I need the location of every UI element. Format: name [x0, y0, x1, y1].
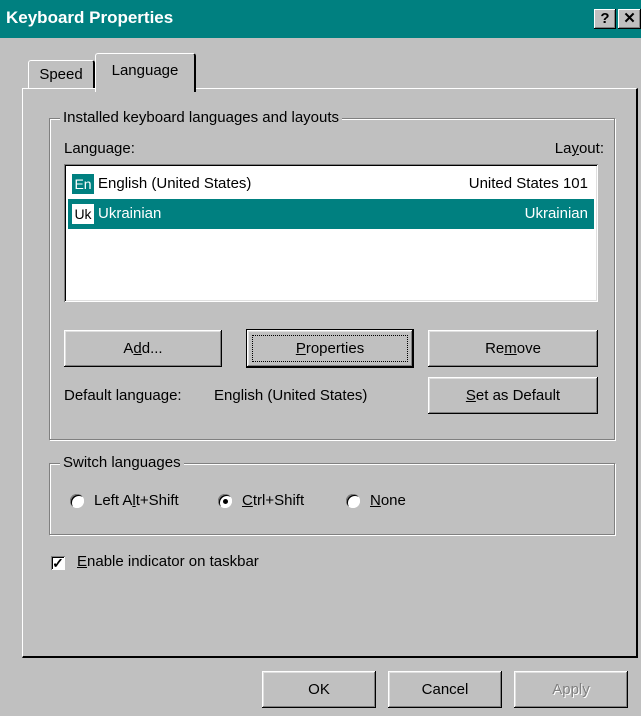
cancel-button[interactable]: Cancel	[388, 671, 502, 708]
add-button[interactable]: Add...	[64, 330, 222, 367]
ok-button[interactable]: OK	[262, 671, 376, 708]
tab-language[interactable]: Language	[95, 53, 196, 92]
switch-languages-group-label: Switch languages	[60, 454, 184, 471]
set-as-default-button[interactable]: Set as Default	[428, 377, 598, 414]
radio-ctrl-shift-label[interactable]: Ctrl+Shift	[242, 492, 304, 509]
installed-languages-group-label: Installed keyboard languages and layouts	[60, 109, 343, 126]
title-bar[interactable]: Keyboard Properties ? ✕	[0, 0, 641, 38]
window-title: Keyboard Properties	[6, 8, 174, 27]
properties-button[interactable]: Properties	[247, 330, 413, 367]
language-name: Ukrainian	[98, 205, 162, 222]
tab-speed[interactable]: Speed	[28, 60, 95, 89]
list-item-selected[interactable]: Uk Ukrainian Ukrainian	[68, 199, 594, 229]
enable-indicator-label[interactable]: Enable indicator on taskbar	[77, 553, 259, 570]
remove-button[interactable]: Remove	[428, 330, 598, 367]
column-layout-header: Layout:	[554, 140, 604, 157]
language-code-icon: Uk	[72, 204, 94, 224]
radio-left-alt-shift[interactable]	[70, 494, 84, 508]
language-listbox[interactable]: En English (United States) United States…	[64, 164, 598, 302]
radio-ctrl-shift[interactable]	[218, 494, 232, 508]
switch-languages-group: Switch languages Left Alt+Shift Ctrl+Shi…	[49, 454, 615, 535]
layout-name: United States 101	[468, 175, 588, 192]
radio-none[interactable]	[346, 494, 360, 508]
language-code-icon: En	[72, 174, 94, 194]
radio-left-alt-shift-label[interactable]: Left Alt+Shift	[94, 492, 179, 509]
radio-none-label[interactable]: None	[370, 492, 406, 509]
apply-button[interactable]: Apply	[514, 671, 628, 708]
help-button[interactable]: ?	[594, 9, 616, 29]
list-item[interactable]: En English (United States) United States…	[68, 169, 594, 199]
language-name: English (United States)	[98, 175, 252, 192]
column-language-header: Language:	[64, 140, 135, 157]
default-language-label: Default language:	[64, 387, 182, 404]
default-language-value: English (United States)	[214, 387, 368, 404]
close-icon[interactable]: ✕	[618, 9, 641, 29]
layout-name: Ukrainian	[524, 205, 588, 222]
installed-languages-group: Installed keyboard languages and layouts…	[49, 109, 615, 440]
enable-indicator-checkbox[interactable]: ✓	[51, 556, 65, 570]
tab-panel-language: Installed keyboard languages and layouts…	[22, 88, 638, 658]
